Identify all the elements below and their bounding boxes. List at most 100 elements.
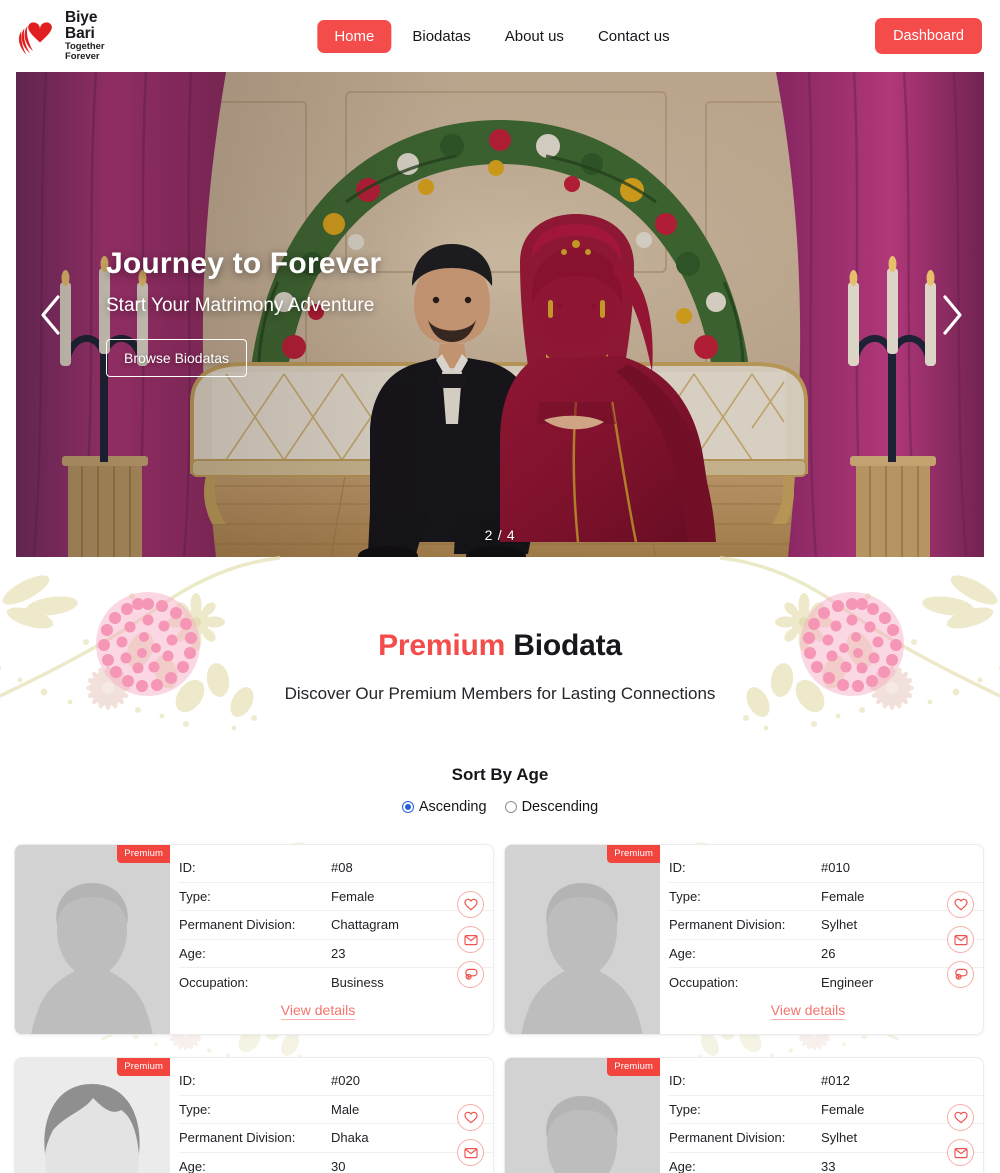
message-button[interactable]: [947, 926, 974, 953]
info-row-age: Age: 30: [179, 1153, 493, 1173]
value-division: Chattagram: [331, 917, 399, 933]
value-id: #012: [821, 1073, 850, 1089]
carousel-prev-button[interactable]: [28, 286, 72, 344]
sort-option-descending[interactable]: Descending: [504, 799, 598, 815]
page-subtitle: Discover Our Premium Members for Lasting…: [284, 684, 716, 703]
info-row-division: Permanent Division: Chattagram: [179, 911, 493, 940]
label-type: Type:: [179, 888, 211, 904]
envelope-icon: [463, 1147, 478, 1159]
info-row-age: Age: 23: [179, 940, 493, 969]
info-row-age: Age: 26: [669, 940, 983, 969]
biodata-details: ID: #020 Type: Male Permanent Division: …: [170, 1058, 493, 1173]
value-age: 33: [821, 1159, 836, 1173]
value-id: #08: [331, 860, 353, 876]
chat-bubble-icon: [464, 968, 478, 981]
value-occupation: Engineer: [821, 975, 874, 991]
info-row-type: Type: Female: [179, 883, 493, 912]
info-row-type: Type: Female: [669, 1096, 983, 1125]
biodata-photo: Premium: [505, 845, 660, 1034]
radio-ascending-indicator[interactable]: [401, 801, 414, 813]
value-age: 26: [821, 946, 836, 962]
favorite-button[interactable]: [457, 1104, 484, 1131]
chat-button[interactable]: [457, 961, 484, 988]
view-details-link-wrap: View details: [179, 1001, 493, 1020]
biodata-info-table: ID: #012 Type: Female Permanent Division…: [669, 1067, 983, 1173]
nav-item-about-us[interactable]: About us: [492, 20, 577, 53]
value-occupation: Business: [331, 975, 384, 991]
chat-bubble-icon: [954, 968, 968, 981]
page-title: Premium Biodata: [0, 629, 1000, 663]
nav-item-home[interactable]: Home: [317, 19, 392, 53]
biodata-details: ID: #010 Type: Female Permanent Division…: [660, 845, 983, 1034]
biodata-card[interactable]: Premium ID: #08 Type: Female Permanent D…: [14, 844, 494, 1035]
chevron-right-icon: [939, 293, 965, 337]
premium-badge: Premium: [117, 1058, 170, 1076]
info-row-type: Type: Male: [179, 1096, 493, 1125]
label-type: Type:: [669, 888, 701, 904]
info-row-age: Age: 33: [669, 1153, 983, 1173]
biodata-card-grid: Premium ID: #08 Type: Female Permanent D…: [0, 844, 1000, 1173]
biodata-photo: Premium: [15, 1058, 170, 1173]
message-button[interactable]: [947, 1139, 974, 1166]
heart-icon: [463, 1111, 478, 1124]
value-division: Dhaka: [331, 1130, 369, 1146]
biodata-info-table: ID: #08 Type: Female Permanent Division:…: [179, 854, 493, 997]
sort-option-ascending[interactable]: Ascending: [401, 799, 487, 815]
label-age: Age:: [669, 1159, 696, 1173]
sort-radio-group: Ascending Descending: [0, 799, 1000, 815]
card-action-buttons: [947, 891, 974, 988]
info-row-division: Permanent Division: Dhaka: [179, 1124, 493, 1153]
value-division: Sylhet: [821, 917, 858, 933]
logo-title: Biye Bari: [65, 9, 98, 42]
value-type: Female: [821, 1101, 865, 1117]
label-division: Permanent Division:: [669, 1130, 786, 1146]
message-button[interactable]: [457, 1139, 484, 1166]
hero-copy: Journey to Forever Start Your Matrimony …: [106, 247, 381, 377]
nav-item-contact-us[interactable]: Contact us: [585, 20, 683, 53]
envelope-icon: [463, 934, 478, 946]
browse-biodatas-button[interactable]: Browse Biodatas: [106, 339, 248, 377]
nav-item-biodatas[interactable]: Biodatas: [399, 20, 483, 53]
card-action-buttons: [947, 1104, 974, 1173]
radio-descending-indicator[interactable]: [504, 801, 517, 813]
carousel-next-button[interactable]: [930, 286, 974, 344]
info-row-occupation: Occupation: Business: [179, 968, 493, 997]
heart-icon: [953, 1111, 968, 1124]
premium-badge: Premium: [607, 845, 660, 863]
favorite-button[interactable]: [947, 891, 974, 918]
premium-badge: Premium: [117, 845, 170, 863]
site-logo[interactable]: Biye Bari Together Forever: [18, 8, 130, 65]
info-row-occupation: Occupation: Engineer: [669, 968, 983, 997]
value-id: #010: [821, 860, 850, 876]
heart-icon: [463, 898, 478, 911]
page-title-rest: Biodata: [505, 629, 622, 662]
favorite-button[interactable]: [457, 891, 484, 918]
biodata-card[interactable]: Premium ID: #010 Type: Female Permanent …: [504, 844, 984, 1035]
card-action-buttons: [457, 1104, 484, 1173]
view-details-link[interactable]: View details: [770, 1001, 846, 1020]
label-age: Age:: [179, 946, 206, 962]
heart-swoosh-logo-icon: [18, 14, 62, 60]
label-id: ID:: [179, 860, 196, 876]
sort-controls: Sort By Age Ascending Descending: [0, 765, 1000, 815]
envelope-icon: [953, 934, 968, 946]
carousel-slide-counter: 2 / 4: [484, 527, 516, 543]
hero-title: Journey to Forever: [106, 247, 382, 280]
chat-button[interactable]: [947, 961, 974, 988]
main-navigation: Home Biodatas About us Contact us: [317, 19, 683, 53]
label-id: ID:: [179, 1073, 196, 1089]
value-division: Sylhet: [821, 1130, 858, 1146]
label-age: Age:: [669, 946, 696, 962]
dashboard-button[interactable]: Dashboard: [875, 18, 982, 54]
chevron-left-icon: [37, 293, 63, 337]
value-type: Female: [331, 888, 375, 904]
label-type: Type:: [669, 1101, 701, 1117]
view-details-link[interactable]: View details: [280, 1001, 356, 1020]
biodata-details: ID: #08 Type: Female Permanent Division:…: [170, 845, 493, 1034]
biodata-card[interactable]: Premium ID: #012 Type: Female Permanent …: [504, 1057, 984, 1173]
card-action-buttons: [457, 891, 484, 988]
label-division: Permanent Division:: [179, 1130, 296, 1146]
biodata-card[interactable]: Premium ID: #020 Type: Male Permanent Di…: [14, 1057, 494, 1173]
message-button[interactable]: [457, 926, 484, 953]
favorite-button[interactable]: [947, 1104, 974, 1131]
